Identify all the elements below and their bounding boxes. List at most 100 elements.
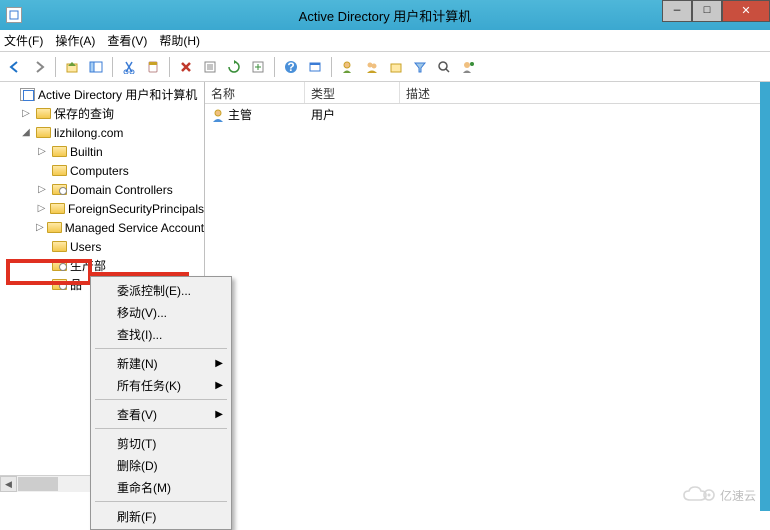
expander-icon[interactable]: ▷ xyxy=(36,184,48,195)
cm-separator xyxy=(95,399,227,400)
tree-label: 生产部 xyxy=(70,257,106,274)
cm-label: 委派控制(E)... xyxy=(117,282,191,299)
cm-label: 查找(I)... xyxy=(117,326,162,343)
submenu-arrow-icon: ▶ xyxy=(215,358,223,369)
back-button[interactable] xyxy=(4,56,26,78)
list-header: 名称 类型 描述 xyxy=(205,82,770,104)
expander-icon[interactable]: ▷ xyxy=(36,222,44,233)
tree-domain[interactable]: ◢ lizhilong.com xyxy=(0,123,204,142)
titlebar: Active Directory 用户和计算机 — □ ✕ xyxy=(0,0,770,30)
cm-all-tasks[interactable]: 所有任务(K) ▶ xyxy=(93,374,229,396)
cell-name-text: 主管 xyxy=(228,108,252,122)
tree-label: Active Directory 用户和计算机 xyxy=(38,86,197,103)
window-controls: — □ ✕ xyxy=(662,0,770,22)
menu-action[interactable]: 操作(A) xyxy=(55,32,95,49)
folder-icon xyxy=(51,164,67,178)
close-button[interactable]: ✕ xyxy=(722,0,770,22)
maximize-button[interactable]: □ xyxy=(692,0,722,22)
tree-users[interactable]: Users xyxy=(0,237,204,256)
find-button[interactable] xyxy=(433,56,455,78)
column-desc[interactable]: 描述 xyxy=(400,82,770,103)
list-pane: 名称 类型 描述 主管 用户 xyxy=(205,82,770,492)
column-type[interactable]: 类型 xyxy=(305,82,400,103)
cm-refresh[interactable]: 刷新(F) xyxy=(93,505,229,527)
cm-delegate[interactable]: 委派控制(E)... xyxy=(93,279,229,301)
add-to-group-button[interactable] xyxy=(457,56,479,78)
expander-icon[interactable]: ▷ xyxy=(20,108,32,119)
show-hide-tree-button[interactable] xyxy=(85,56,107,78)
cm-label: 查看(V) xyxy=(117,406,157,423)
expander-icon[interactable]: ◢ xyxy=(20,127,32,138)
delete-button[interactable] xyxy=(175,56,197,78)
forward-button[interactable] xyxy=(28,56,50,78)
cm-new[interactable]: 新建(N) ▶ xyxy=(93,352,229,374)
column-name[interactable]: 名称 xyxy=(205,82,305,103)
minimize-button[interactable]: — xyxy=(662,0,692,22)
toolbar-separator xyxy=(55,57,56,77)
expander-icon[interactable]: ▷ xyxy=(36,203,47,214)
toolbar-separator xyxy=(331,57,332,77)
tree-label: Domain Controllers xyxy=(70,183,173,197)
cm-delete[interactable]: 删除(D) xyxy=(93,454,229,476)
tree-label: Computers xyxy=(70,164,129,178)
cm-separator xyxy=(95,428,227,429)
toolbar: ? xyxy=(0,52,770,82)
tree-builtin[interactable]: ▷ Builtin xyxy=(0,142,204,161)
cm-view[interactable]: 查看(V) ▶ xyxy=(93,403,229,425)
watermark: 亿速云 xyxy=(682,485,756,505)
help-button[interactable]: ? xyxy=(280,56,302,78)
tree-ou-selected[interactable]: 生产部 xyxy=(0,256,204,275)
cm-label: 删除(D) xyxy=(117,457,158,474)
scroll-thumb[interactable] xyxy=(18,477,58,491)
tree[interactable]: Active Directory 用户和计算机 ▷ 保存的查询 ◢ lizhil… xyxy=(0,82,204,297)
up-button[interactable] xyxy=(61,56,83,78)
cell-type: 用户 xyxy=(305,106,400,123)
tree-computers[interactable]: Computers xyxy=(0,161,204,180)
tree-foreign-security[interactable]: ▷ ForeignSecurityPrincipals xyxy=(0,199,204,218)
tree-domain-controllers[interactable]: ▷ Domain Controllers xyxy=(0,180,204,199)
folder-icon xyxy=(35,107,51,121)
folder-icon xyxy=(51,145,67,159)
submenu-arrow-icon: ▶ xyxy=(215,380,223,391)
filter-button[interactable] xyxy=(409,56,431,78)
add-user-button[interactable] xyxy=(337,56,359,78)
settings-button[interactable] xyxy=(304,56,326,78)
properties-button[interactable] xyxy=(199,56,221,78)
add-ou-button[interactable] xyxy=(385,56,407,78)
tree-label: lizhilong.com xyxy=(54,126,123,140)
watermark-text: 亿速云 xyxy=(720,487,756,504)
copy-button[interactable] xyxy=(142,56,164,78)
tree-label: 品 xyxy=(70,276,82,293)
cm-label: 所有任务(K) xyxy=(117,377,181,394)
cm-move[interactable]: 移动(V)... xyxy=(93,301,229,323)
ou-icon xyxy=(51,278,67,292)
window-edge xyxy=(760,82,770,511)
add-group-button[interactable] xyxy=(361,56,383,78)
tree-label: Managed Service Accounts xyxy=(65,221,205,235)
menu-view[interactable]: 查看(V) xyxy=(107,32,147,49)
tree-managed-service[interactable]: ▷ Managed Service Accounts xyxy=(0,218,204,237)
expander-icon[interactable]: ▷ xyxy=(36,146,48,157)
cm-separator xyxy=(95,501,227,502)
menu-file[interactable]: 文件(F) xyxy=(4,32,43,49)
tree-saved-queries[interactable]: ▷ 保存的查询 xyxy=(0,104,204,123)
scroll-left-icon[interactable]: ◀ xyxy=(0,476,17,492)
menubar: 文件(F) 操作(A) 查看(V) 帮助(H) xyxy=(0,30,770,52)
cm-rename[interactable]: 重命名(M) xyxy=(93,476,229,498)
cut-button[interactable] xyxy=(118,56,140,78)
cm-find[interactable]: 查找(I)... xyxy=(93,323,229,345)
cloud-icon xyxy=(682,485,716,505)
tree-label: ForeignSecurityPrincipals xyxy=(68,202,204,216)
tree-root[interactable]: Active Directory 用户和计算机 xyxy=(0,85,204,104)
menu-help[interactable]: 帮助(H) xyxy=(159,32,200,49)
export-button[interactable] xyxy=(247,56,269,78)
list-row[interactable]: 主管 用户 xyxy=(205,104,770,124)
toolbar-separator xyxy=(274,57,275,77)
cell-name: 主管 xyxy=(205,106,305,123)
domain-icon xyxy=(35,126,51,140)
submenu-arrow-icon: ▶ xyxy=(215,409,223,420)
cm-label: 刷新(F) xyxy=(117,508,156,525)
refresh-button[interactable] xyxy=(223,56,245,78)
cm-cut[interactable]: 剪切(T) xyxy=(93,432,229,454)
cm-label: 新建(N) xyxy=(117,355,158,372)
